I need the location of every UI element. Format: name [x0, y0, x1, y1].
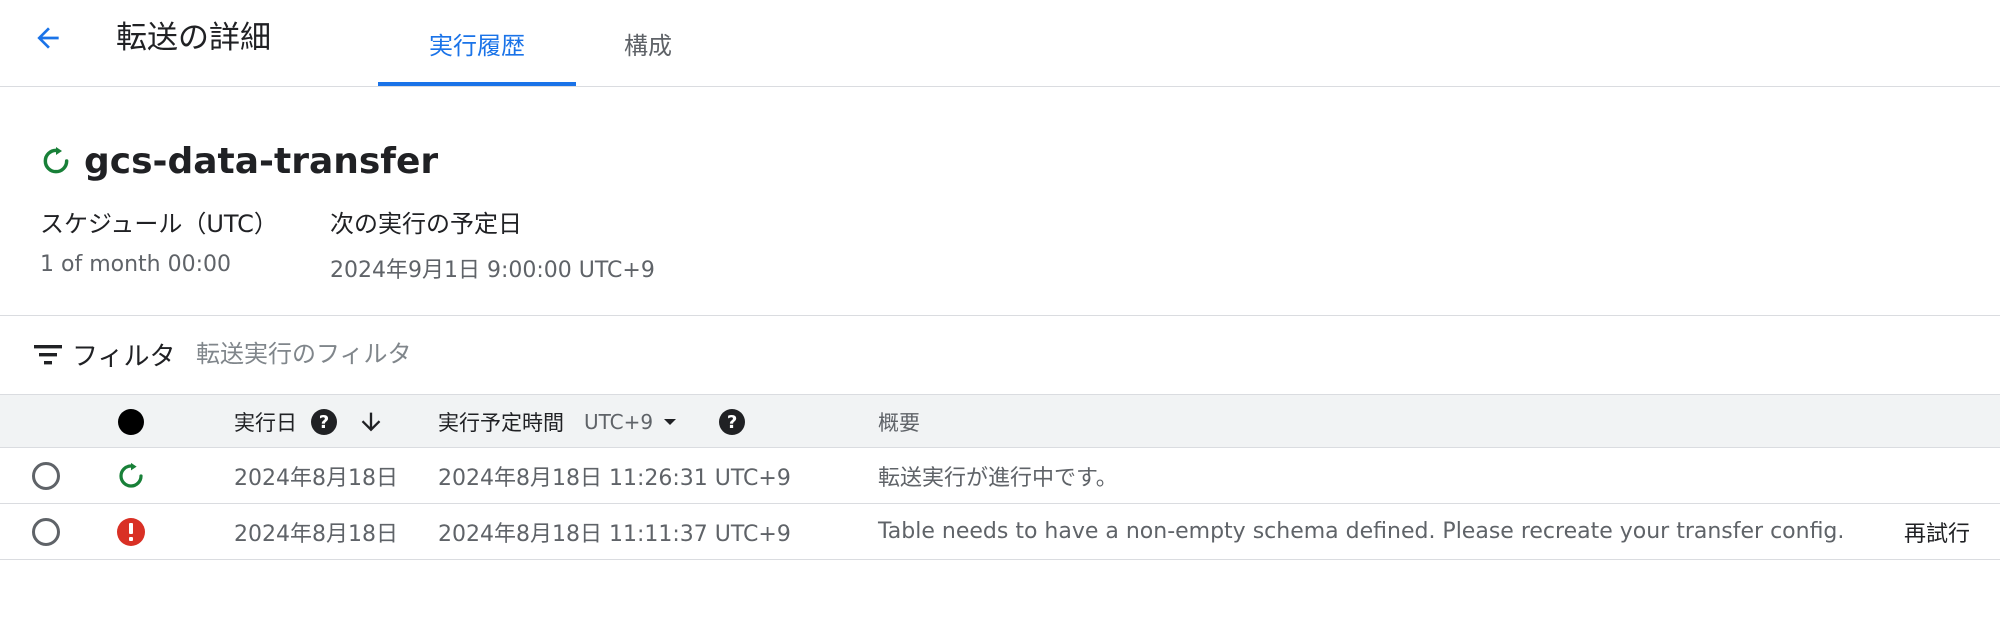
schedule-label: スケジュール（UTC） [40, 210, 278, 238]
help-icon[interactable]: ? [311, 409, 337, 435]
row-select-radio[interactable] [32, 518, 60, 546]
error-icon [117, 517, 145, 546]
table-row[interactable]: 2024年8月18日 2024年8月18日 11:11:37 UTC+9 Tab… [0, 504, 2000, 560]
tab-label: 実行履歴 [429, 31, 525, 60]
tab-configuration[interactable]: 構成 [600, 0, 696, 86]
help-icon[interactable]: ? [719, 409, 746, 435]
summary-cell: 転送実行が進行中です。 [878, 465, 1118, 491]
next-run-value: 2024年9月1日 9:00:00 UTC+9 [330, 258, 655, 283]
tab-label: 構成 [624, 31, 672, 60]
arrow-downward-icon[interactable] [357, 408, 385, 436]
scheduled-time-column-header: 実行予定時間 UTC+9 ? [438, 395, 746, 449]
schedule-value: 1 of month 00:00 [40, 252, 231, 277]
status-cell [116, 448, 146, 503]
run-date-header-label: 実行日 [234, 411, 297, 435]
filter-list-icon[interactable] [34, 343, 62, 367]
run-date-cell: 2024年8月18日 [234, 465, 398, 491]
timezone-value: UTC+9 [584, 410, 654, 434]
active-tab-indicator [378, 82, 576, 86]
running-refresh-icon [43, 147, 69, 174]
filter-label[interactable]: フィルタ [72, 336, 175, 373]
retry-button[interactable]: 再試行 [1904, 504, 1970, 559]
page-title: 転送の詳細 [116, 20, 271, 56]
next-run-label: 次の実行の予定日 [330, 210, 522, 238]
top-bar: 転送の詳細 実行履歴 構成 [0, 0, 2000, 87]
summary-column-header: 概要 [878, 411, 920, 435]
status-cell [116, 504, 146, 559]
run-date-cell: 2024年8月18日 [234, 521, 398, 547]
filter-bar: フィルタ [0, 316, 2000, 394]
table-header: 実行日 ? 実行予定時間 UTC+9 ? 概要 [0, 394, 2000, 448]
table-row[interactable]: 2024年8月18日 2024年8月18日 11:26:31 UTC+9 転送実… [0, 448, 2000, 504]
run-date-column-header[interactable]: 実行日 ? [234, 395, 385, 449]
scheduled-time-header-label: 実行予定時間 [438, 411, 564, 435]
status-dot-icon [118, 409, 144, 435]
summary-cell: Table needs to have a non-empty schema d… [878, 519, 1845, 544]
back-button[interactable] [28, 18, 68, 58]
arrow-back-icon [37, 27, 59, 49]
running-refresh-icon [119, 462, 143, 488]
scheduled-time-cell: 2024年8月18日 11:26:31 UTC+9 [438, 465, 791, 491]
filter-input[interactable] [196, 334, 896, 374]
transfer-heading: gcs-data-transfer [40, 138, 438, 184]
transfer-name: gcs-data-transfer [84, 140, 439, 182]
row-select-radio[interactable] [32, 462, 60, 490]
tab-run-history[interactable]: 実行履歴 [378, 0, 576, 86]
status-column-header [116, 395, 146, 449]
dropdown-arrow-icon [664, 419, 677, 425]
timezone-select[interactable]: UTC+9 [584, 410, 677, 434]
scheduled-time-cell: 2024年8月18日 11:11:37 UTC+9 [438, 521, 791, 547]
